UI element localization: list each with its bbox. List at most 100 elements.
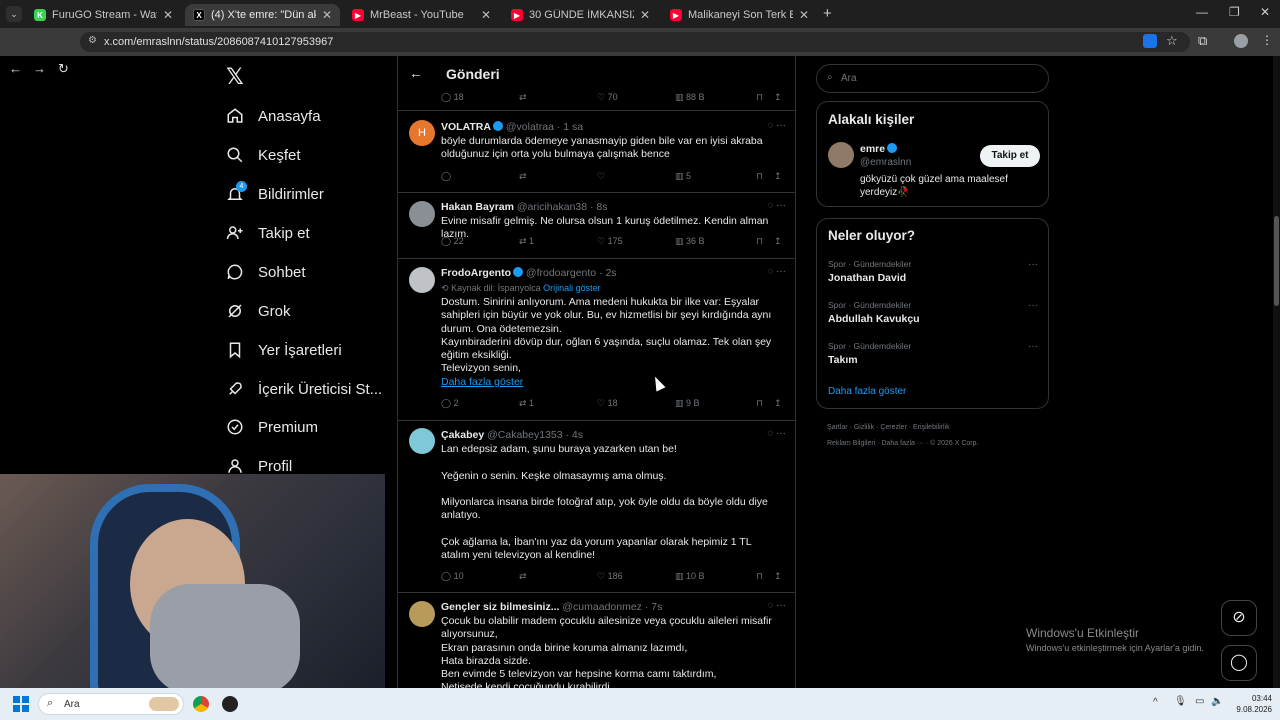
reply-tweet[interactable]: Hakan Bayram @aricihakan38 · 8s ◌ ··· Ev…	[398, 193, 795, 259]
trend-item[interactable]: Spor · Gündemdekiler Takım ···	[828, 341, 1038, 366]
bookmark-icon[interactable]: ⊓	[756, 171, 763, 182]
tab-search-icon[interactable]: ⌄	[6, 6, 22, 22]
forward-icon[interactable]: →	[33, 61, 46, 76]
like-button[interactable]: ♡ 186	[597, 571, 623, 582]
retweet-button[interactable]: ⇄ 1	[519, 398, 534, 409]
tab-2[interactable]: ▶ MrBeast - YouTube ✕	[344, 4, 499, 26]
nav-item-premium[interactable]: Premium	[226, 418, 318, 436]
author-name[interactable]: Gençler siz bilmesiniz...	[441, 601, 559, 613]
more-icon[interactable]: ···	[1028, 259, 1038, 270]
avatar[interactable]	[409, 428, 435, 454]
views-button[interactable]: ▥ 10 B	[675, 571, 705, 582]
avatar[interactable]	[409, 267, 435, 293]
like-button[interactable]: ♡ 175	[597, 236, 623, 247]
show-original-link[interactable]: Orijinali göster	[543, 283, 601, 293]
microphone-icon[interactable]: 🎙	[1174, 696, 1187, 707]
footer-link[interactable]: Daha fazla ···	[881, 440, 923, 447]
author-name[interactable]: Hakan Bayram	[441, 201, 514, 213]
scrollbar-thumb[interactable]	[1274, 216, 1279, 306]
close-icon[interactable]: ✕	[640, 8, 650, 22]
translate-icon[interactable]	[1143, 34, 1157, 48]
bookmark-icon[interactable]: ⊓	[756, 236, 763, 247]
like-button[interactable]: ♡ 70	[597, 92, 618, 103]
share-icon[interactable]: ↥	[774, 398, 782, 409]
more-icon[interactable]: ◌ ···	[767, 600, 786, 611]
chevron-up-icon[interactable]: ^	[1153, 697, 1158, 708]
bookmark-icon[interactable]: ⊓	[756, 571, 763, 582]
reply-tweet[interactable]: H VOLATRA @volatraa · 1 sa ◌ ··· böyle d…	[398, 111, 795, 193]
nav-item-notifications[interactable]: Bildirimler 4	[226, 181, 324, 203]
trend-item[interactable]: Spor · Gündemdekiler Jonathan David ···	[828, 259, 1038, 284]
nav-item-creator-studio[interactable]: İçerik Üreticisi St...	[226, 380, 382, 398]
close-window-icon[interactable]: ✕	[1260, 5, 1270, 19]
site-info-icon[interactable]: ⚙	[88, 35, 97, 46]
windows-start-icon[interactable]	[13, 696, 29, 712]
like-button[interactable]: ♡	[597, 171, 605, 182]
retweet-button[interactable]: ⇄	[519, 92, 527, 103]
more-icon[interactable]: ◌ ···	[767, 428, 786, 439]
back-arrow-icon[interactable]: ←	[409, 65, 423, 81]
avatar[interactable]	[409, 201, 435, 227]
close-icon[interactable]: ✕	[322, 8, 332, 22]
more-icon[interactable]: ◌ ···	[767, 200, 786, 211]
person-name[interactable]: emre	[860, 143, 898, 155]
app-icon[interactable]	[222, 696, 238, 712]
close-icon[interactable]: ✕	[163, 8, 173, 22]
author-name[interactable]: VOLATRA	[441, 121, 491, 133]
author-name[interactable]: FrodoArgento	[441, 267, 511, 279]
retweet-button[interactable]: ⇄	[519, 571, 527, 582]
scrollbar[interactable]	[1273, 56, 1280, 688]
more-icon[interactable]: ···	[1028, 341, 1038, 352]
volume-icon[interactable]: 🔈	[1211, 696, 1223, 707]
tab-1[interactable]: X (4) X'te emre: "Dün akşam eşim ✕	[185, 4, 340, 26]
minimize-icon[interactable]: —	[1196, 5, 1208, 19]
clock[interactable]: 03:44 9.08.2026	[1228, 693, 1272, 715]
more-icon[interactable]: ◌ ···	[767, 266, 786, 277]
profile-avatar-icon[interactable]	[1234, 34, 1248, 48]
views-button[interactable]: ▥ 9 B	[675, 398, 700, 409]
reply-button[interactable]: ◯ 2	[441, 398, 459, 409]
share-icon[interactable]: ↥	[774, 92, 782, 103]
nav-item-follow[interactable]: Takip et	[226, 224, 310, 242]
avatar[interactable]: H	[409, 120, 435, 146]
nav-item-chat[interactable]: Sohbet	[226, 263, 306, 281]
nav-item-home[interactable]: Anasayfa	[226, 107, 321, 125]
maximize-icon[interactable]: ❐	[1229, 5, 1240, 19]
network-icon[interactable]: ▭	[1195, 696, 1204, 707]
search-box[interactable]: ⌕ Ara	[816, 64, 1049, 93]
footer-link[interactable]: Çerezler	[880, 424, 906, 431]
footer-link[interactable]: Reklam Bilgileri	[827, 440, 875, 447]
views-button[interactable]: ▥ 5	[675, 171, 691, 182]
show-more-link[interactable]: Daha fazla göster	[441, 376, 523, 388]
chat-float-icon[interactable]: ◯	[1221, 645, 1257, 681]
tab-3[interactable]: ▶ 30 GÜNDE İMKANSIZI BAŞARM ✕	[503, 4, 658, 26]
share-icon[interactable]: ↥	[774, 171, 782, 182]
reply-button[interactable]: ◯	[441, 171, 451, 182]
star-icon[interactable]: ☆	[1166, 33, 1178, 49]
views-button[interactable]: ▥ 88 B	[675, 92, 705, 103]
menu-icon[interactable]: ⋮	[1261, 33, 1273, 47]
show-more-link[interactable]: Daha fazla göster	[828, 386, 906, 397]
footer-link[interactable]: Gizlilik	[854, 424, 874, 431]
taskbar-search[interactable]: ⌕ Ara	[38, 693, 184, 715]
more-icon[interactable]: ◌ ···	[767, 120, 786, 131]
tab-0[interactable]: K FuruGO Stream - Watch Live on ✕	[26, 4, 181, 26]
reload-icon[interactable]: ↻	[58, 61, 69, 77]
reply-tweet[interactable]: Gençler siz bilmesiniz... @cumaadonmez ·…	[398, 593, 795, 688]
avatar[interactable]	[828, 142, 854, 168]
retweet-button[interactable]: ⇄ 1	[519, 236, 534, 247]
follow-button[interactable]: Takip et	[980, 145, 1040, 167]
grok-float-icon[interactable]: ⊘	[1221, 600, 1257, 636]
footer-link[interactable]: Erişilebilirlik	[913, 424, 950, 431]
tab-4[interactable]: ▶ Malikaneyi Son Terk Eden Kazan ✕	[662, 4, 817, 26]
reply-button[interactable]: ◯ 18	[441, 92, 464, 103]
share-icon[interactable]: ↥	[774, 571, 782, 582]
like-button[interactable]: ♡ 18	[597, 398, 618, 409]
new-tab-icon[interactable]: +	[823, 5, 832, 22]
bookmark-icon[interactable]: ⊓	[756, 92, 763, 103]
trend-item[interactable]: Spor · Gündemdekiler Abdullah Kavukçu ··…	[828, 300, 1038, 325]
reply-tweet[interactable]: Çakabey @Cakabey1353 · 4s ◌ ··· Lan edep…	[398, 421, 795, 593]
avatar[interactable]	[409, 601, 435, 627]
close-icon[interactable]: ✕	[799, 8, 809, 22]
reply-tweet[interactable]: FrodoArgento @frodoargento · 2s ◌ ··· ⟲ …	[398, 259, 795, 421]
